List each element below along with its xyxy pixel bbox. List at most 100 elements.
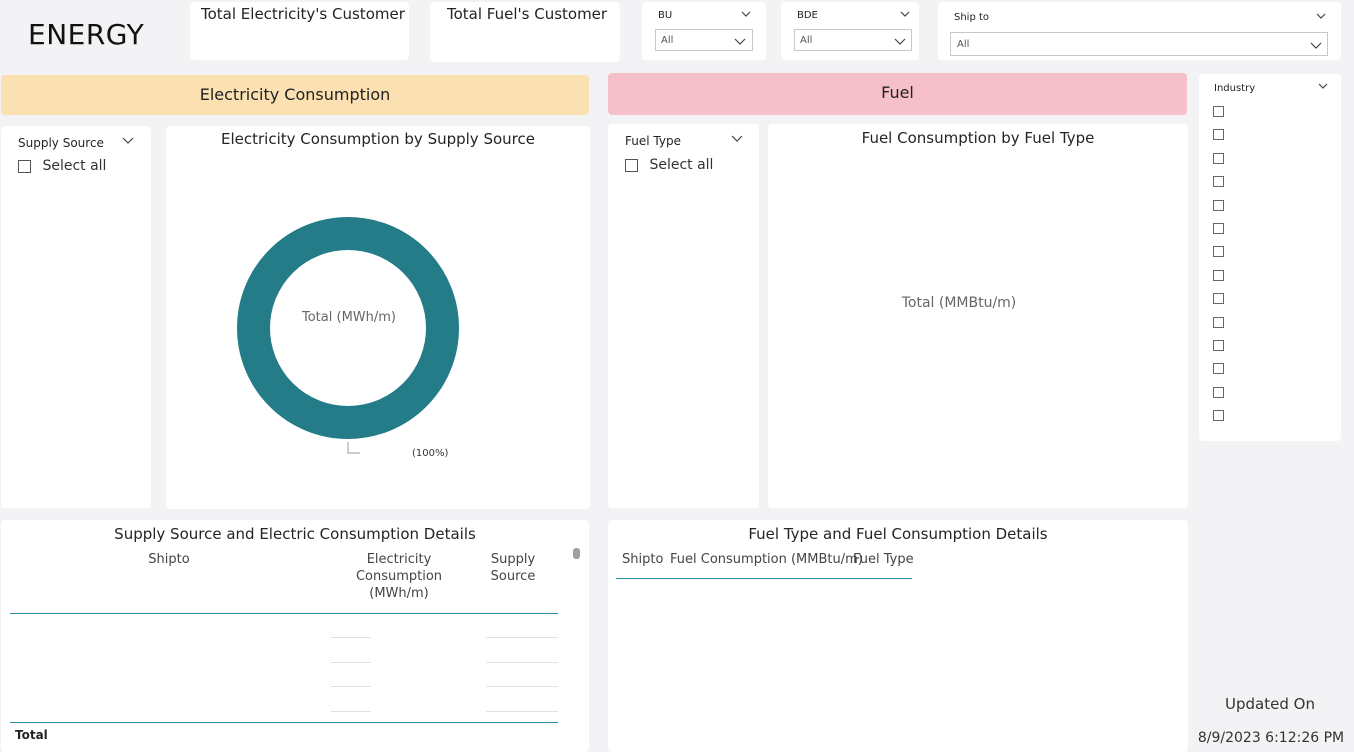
select-all-option[interactable]: Select all <box>18 158 106 174</box>
industry-option[interactable] <box>1213 241 1224 264</box>
industry-slicer[interactable]: Industry <box>1199 74 1341 441</box>
industry-option[interactable] <box>1213 288 1224 311</box>
select-all-checkbox[interactable] <box>18 159 31 173</box>
row-divider <box>486 686 558 687</box>
industry-option[interactable] <box>1213 101 1224 124</box>
industry-option[interactable] <box>1213 124 1224 147</box>
chevron-down-icon[interactable] <box>740 8 752 20</box>
updated-on-label: Updated On <box>1225 695 1315 713</box>
donut-data-label: (100%) <box>412 448 449 459</box>
industry-option[interactable] <box>1213 218 1224 241</box>
table-title: Supply Source and Electric Consumption D… <box>114 525 476 543</box>
chart-title: Fuel Consumption by Fuel Type <box>861 129 1095 147</box>
column-header-electricity-consumption: Electricity Consumption (MWh/m) <box>355 552 443 601</box>
electricity-details-table: Supply Source and Electric Consumption D… <box>1 520 589 752</box>
card-fuel-customers: Total Fuel's Customer <box>430 2 620 62</box>
industry-checkbox[interactable] <box>1213 339 1224 351</box>
table-title: Fuel Type and Fuel Consumption Details <box>748 525 1048 543</box>
industry-option[interactable] <box>1213 195 1224 218</box>
fuel-chart-center-label: Total (MMBtu/m) <box>901 295 1017 311</box>
industry-checkbox[interactable] <box>1213 152 1224 164</box>
card-electricity-customers-label: Total Electricity's Customer <box>201 5 405 23</box>
header-divider <box>616 578 912 579</box>
bu-dropdown-value: All <box>661 35 674 46</box>
bde-dropdown[interactable]: All <box>794 29 912 51</box>
row-divider <box>331 686 371 687</box>
fuel-banner-label: Fuel <box>881 83 914 102</box>
industry-option[interactable] <box>1213 358 1224 381</box>
donut-slice[interactable] <box>237 217 459 439</box>
industry-checkbox[interactable] <box>1213 293 1224 305</box>
donut-leader-line <box>347 442 360 454</box>
industry-checkbox[interactable] <box>1213 222 1224 234</box>
industry-checkbox[interactable] <box>1213 410 1224 422</box>
select-all-checkbox[interactable] <box>625 158 638 172</box>
industry-checkbox[interactable] <box>1213 246 1224 258</box>
select-all-option[interactable]: Select all <box>625 157 713 173</box>
vertical-scrollbar[interactable] <box>573 548 580 559</box>
bde-slicer[interactable]: BDE All <box>781 2 919 60</box>
fuel-chart: Fuel Consumption by Fuel Type Total (MMB… <box>768 124 1188 508</box>
page-title: ENERGY <box>28 18 145 51</box>
supply-source-slicer[interactable]: Supply Source Select all <box>1 126 151 508</box>
bu-slicer[interactable]: BU All <box>642 2 766 60</box>
industry-list <box>1213 101 1224 428</box>
industry-checkbox[interactable] <box>1213 176 1224 188</box>
industry-slicer-label: Industry <box>1214 83 1256 94</box>
fuel-type-slicer-label: Fuel Type <box>625 134 681 148</box>
electricity-banner-label: Electricity Consumption <box>199 85 391 104</box>
supply-source-slicer-label: Supply Source <box>18 136 104 150</box>
bu-dropdown[interactable]: All <box>655 29 753 51</box>
electricity-banner: Electricity Consumption <box>1 75 589 115</box>
ship-to-slicer-label: Ship to <box>954 12 990 23</box>
card-fuel-customers-label: Total Fuel's Customer <box>447 5 608 23</box>
column-header-fuel-consumption: Fuel Consumption (MMBtu/m) <box>670 552 863 567</box>
chevron-down-icon[interactable] <box>1315 10 1327 22</box>
column-header-shipto: Shipto <box>148 552 190 567</box>
industry-checkbox[interactable] <box>1213 316 1224 328</box>
chevron-down-icon[interactable] <box>731 132 743 144</box>
fuel-type-slicer[interactable]: Fuel Type Select all <box>608 124 759 508</box>
chevron-down-icon[interactable] <box>899 8 911 20</box>
industry-option[interactable] <box>1213 265 1224 288</box>
card-electricity-customers: Total Electricity's Customer <box>190 2 409 60</box>
chevron-down-icon <box>734 35 746 47</box>
select-all-label: Select all <box>649 157 714 173</box>
electricity-donut-chart: Electricity Consumption by Supply Source… <box>166 126 590 509</box>
header-divider <box>10 613 558 614</box>
row-divider <box>331 711 371 712</box>
industry-option[interactable] <box>1213 148 1224 171</box>
bde-slicer-label: BDE <box>797 10 818 21</box>
ship-to-slicer[interactable]: Ship to All <box>938 2 1341 60</box>
industry-checkbox[interactable] <box>1213 269 1224 281</box>
column-header-shipto: Shipto <box>622 552 664 567</box>
industry-option[interactable] <box>1213 405 1224 428</box>
fuel-details-table: Fuel Type and Fuel Consumption Details S… <box>608 520 1188 752</box>
industry-option[interactable] <box>1213 335 1224 358</box>
industry-option[interactable] <box>1213 382 1224 405</box>
row-divider <box>331 662 371 663</box>
row-divider <box>486 662 558 663</box>
industry-checkbox[interactable] <box>1213 199 1224 211</box>
industry-checkbox[interactable] <box>1213 363 1224 375</box>
industry-checkbox[interactable] <box>1213 386 1224 398</box>
industry-option[interactable] <box>1213 171 1224 194</box>
industry-checkbox[interactable] <box>1213 129 1224 141</box>
select-all-label: Select all <box>42 158 107 174</box>
chevron-down-icon[interactable] <box>122 134 134 146</box>
row-divider <box>486 637 558 638</box>
industry-checkbox[interactable] <box>1213 106 1224 117</box>
fuel-banner: Fuel <box>608 73 1187 115</box>
chevron-down-icon[interactable] <box>1317 80 1329 92</box>
donut-center-label: Total (MWh/m) <box>302 310 396 325</box>
chevron-down-icon <box>1310 39 1322 51</box>
column-header-fuel-type: Fuel Type <box>853 552 914 567</box>
updated-on-value: 8/9/2023 6:12:26 PM <box>1197 730 1345 746</box>
chevron-down-icon <box>894 35 906 47</box>
industry-option[interactable] <box>1213 312 1224 335</box>
ship-to-dropdown-value: All <box>957 39 970 50</box>
ship-to-dropdown[interactable]: All <box>950 32 1328 56</box>
column-header-supply-source: Supply Source <box>490 552 536 584</box>
total-divider <box>10 722 558 723</box>
row-divider <box>486 711 558 712</box>
